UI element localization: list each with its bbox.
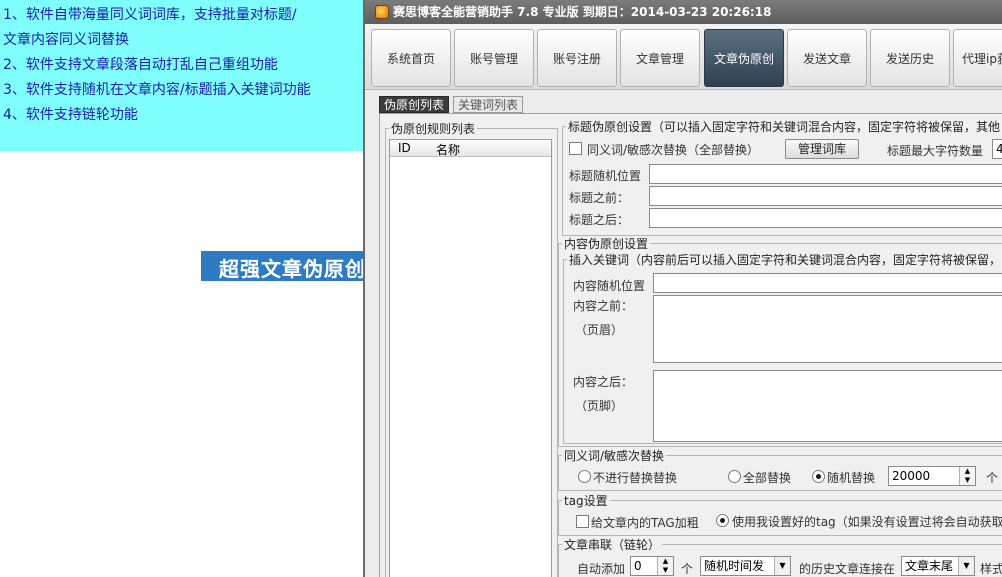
tab-account-management[interactable]: 账号管理	[454, 29, 534, 87]
replace-count-unit: 个	[986, 471, 999, 485]
feature-list-panel: 1、软件自带海量同义词词库，支持批量对标题/ 文章内容同义词替换 2、软件支持文…	[0, 0, 363, 151]
tab-account-register[interactable]: 账号注册	[537, 29, 617, 87]
chain-mode-value: 随机时间发	[704, 559, 765, 573]
radio-no-replace-label: 不进行替换替换	[593, 471, 678, 485]
radio-random-replace-label: 随机替换	[827, 471, 876, 485]
chain-middle-text: 的历史文章连接在	[799, 562, 896, 576]
use-my-tags-label: 使用我设置好的tag（如果没有设置过将会自动获取	[732, 515, 1002, 529]
title-bar: 赛思博客全能营销助手 7.8 专业版 到期日：2014-03-23 20:26:…	[365, 0, 1002, 24]
replace-count-spinner[interactable]: 20000 ▲ ▼	[888, 466, 976, 486]
rules-list-legend: 伪原创规则列表	[391, 122, 476, 136]
title-before-input[interactable]	[649, 186, 1002, 206]
title-synonym-label: 同义词/敏感次替换（全部替换）	[587, 143, 760, 157]
settings-content: 伪原创规则列表 ID 名称 标题伪原创设置（可以插入固定字符和关键词混合内容，固…	[379, 113, 1002, 577]
tag-settings-legend: tag设置	[564, 494, 608, 508]
subtab-pseudo-list[interactable]: 伪原创列表	[379, 96, 450, 113]
tab-send-article[interactable]: 发送文章	[787, 29, 867, 87]
subtab-keyword-list[interactable]: 关键词列表	[453, 96, 524, 113]
column-name[interactable]: 名称	[436, 141, 460, 158]
tab-send-history[interactable]: 发送历史	[870, 29, 950, 87]
content-settings-legend: 内容伪原创设置	[564, 237, 649, 251]
manage-dictionary-button[interactable]: 管理词库	[785, 139, 859, 159]
radio-random-replace[interactable]	[812, 470, 825, 483]
feature-line: 4、软件支持链轮功能	[3, 107, 138, 123]
title-settings-legend: 标题伪原创设置（可以插入固定字符和关键词混合内容，固定字符将被保留，其他	[568, 120, 1001, 134]
feature-line: 3、软件支持随机在文章内容/标题插入关键词功能	[3, 82, 311, 98]
chevron-down-icon[interactable]: ▼	[774, 557, 790, 575]
auto-add-value: 0	[634, 559, 642, 573]
tab-proxy-ip[interactable]: 代理ip获	[953, 29, 1002, 87]
chain-position-value: 文章末尾	[905, 559, 954, 573]
content-random-pos-input[interactable]	[653, 273, 1002, 293]
window-title: 赛思博客全能营销助手 7.8 专业版 到期日：2014-03-23 20:26:…	[393, 5, 772, 19]
rules-listbox[interactable]: ID 名称	[389, 139, 552, 577]
chain-settings-legend: 文章串联（链轮）	[564, 538, 661, 552]
content-random-pos-label: 内容随机位置	[573, 279, 646, 293]
insert-keyword-legend: 插入关键词（内容前后可以插入固定字符和关键词混合内容，固定字符将被保留，	[569, 253, 1002, 267]
chain-mode-select[interactable]: 随机时间发 ▼	[700, 556, 791, 576]
max-chars-input[interactable]: 40	[992, 139, 1002, 159]
chevron-down-icon[interactable]: ▼	[958, 557, 974, 575]
radio-use-my-tags[interactable]	[716, 514, 729, 527]
column-id[interactable]: ID	[398, 141, 411, 155]
chain-style-label: 样式	[980, 562, 1002, 576]
feature-line: 2、软件支持文章段落自动打乱自己重组功能	[3, 57, 278, 73]
tab-home[interactable]: 系统首页	[371, 29, 451, 87]
title-after-label: 标题之后：	[569, 213, 630, 227]
title-random-pos-input[interactable]	[649, 164, 1002, 184]
tab-article-pseudo-original[interactable]: 文章伪原创	[704, 29, 784, 87]
content-footer-label: （页脚）	[575, 399, 624, 413]
tag-bold-checkbox[interactable]	[576, 515, 589, 528]
spinner-arrows-icon[interactable]: ▲ ▼	[657, 557, 673, 575]
title-synonym-checkbox[interactable]	[569, 142, 582, 155]
spinner-arrows-icon[interactable]: ▲ ▼	[959, 467, 975, 485]
content-before-textarea[interactable]	[653, 295, 1002, 363]
title-after-input[interactable]	[649, 208, 1002, 228]
main-nav: 系统首页 账号管理 账号注册 文章管理 文章伪原创 发送文章 发送历史 代理ip…	[365, 24, 1002, 90]
radio-replace-all[interactable]	[728, 470, 741, 483]
app-logo-icon	[375, 5, 389, 19]
content-after-label: 内容之后：	[573, 375, 634, 389]
replace-settings-legend: 同义词/敏感次替换	[564, 449, 665, 463]
replace-count-value: 20000	[892, 469, 931, 483]
title-before-label: 标题之前：	[569, 191, 630, 205]
content-before-label: 内容之前：	[573, 299, 634, 313]
app-window: 赛思博客全能营销助手 7.8 专业版 到期日：2014-03-23 20:26:…	[363, 0, 1002, 577]
max-chars-label: 标题最大字符数量	[887, 144, 984, 158]
radio-replace-all-label: 全部替换	[743, 471, 792, 485]
content-header-label: （页眉）	[575, 323, 624, 337]
feature-line: 1、软件自带海量同义词词库，支持批量对标题/	[3, 7, 297, 23]
tag-bold-label: 给文章内的TAG加粗	[591, 516, 699, 530]
auto-add-spinner[interactable]: 0 ▲ ▼	[630, 556, 674, 576]
rules-list-header: ID 名称	[390, 140, 551, 157]
auto-add-label: 自动添加	[577, 562, 626, 576]
content-after-textarea[interactable]	[653, 370, 1002, 442]
screenshot-stage: 1、软件自带海量同义词词库，支持批量对标题/ 文章内容同义词替换 2、软件支持文…	[0, 0, 1002, 577]
chain-position-select[interactable]: 文章末尾 ▼	[901, 556, 975, 576]
radio-no-replace[interactable]	[578, 470, 591, 483]
auto-add-unit: 个	[681, 562, 694, 576]
title-random-pos-label: 标题随机位置	[569, 169, 642, 183]
feature-line: 文章内容同义词替换	[3, 32, 129, 48]
tab-article-management[interactable]: 文章管理	[620, 29, 700, 87]
